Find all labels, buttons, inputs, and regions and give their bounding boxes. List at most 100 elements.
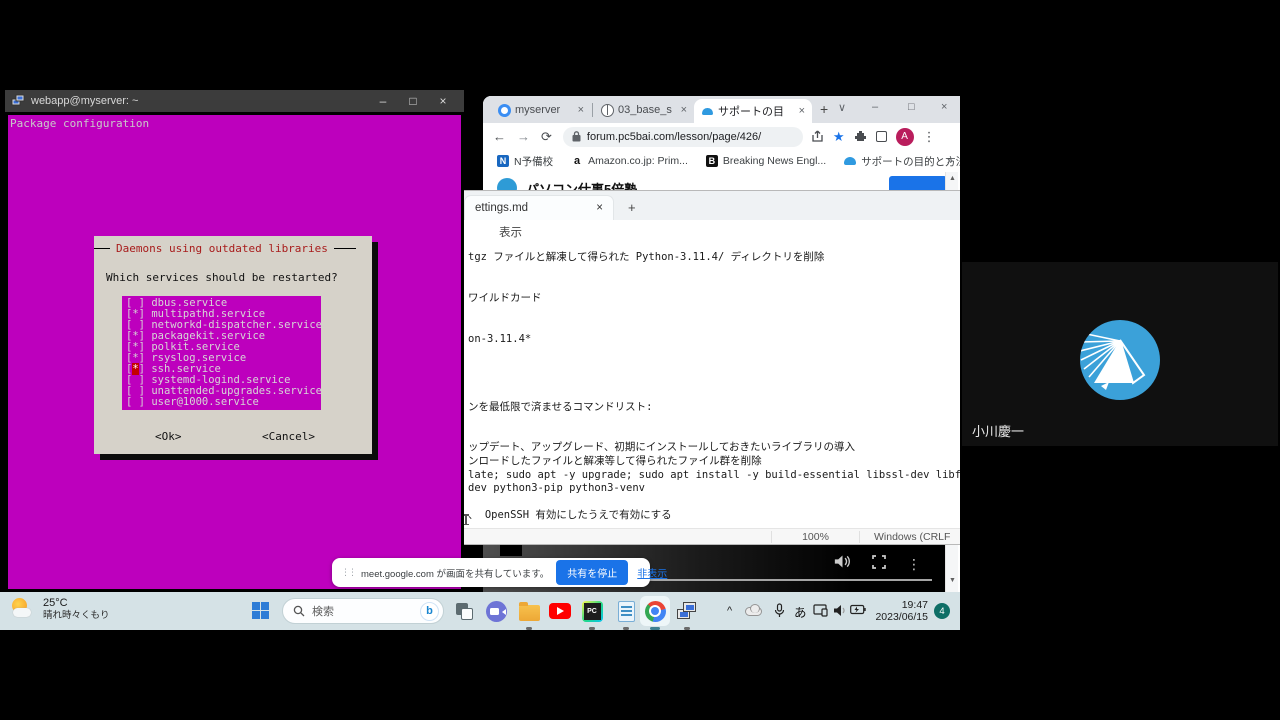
side-panel-icon[interactable] — [876, 131, 887, 142]
search-icon — [293, 605, 305, 617]
maximize-button[interactable]: □ — [398, 94, 428, 108]
tab-support-active[interactable]: サポートの目 × — [694, 99, 812, 123]
back-button[interactable]: ← — [493, 129, 506, 144]
weather-widget[interactable]: 25°C 晴れ時々くもり — [10, 596, 110, 622]
ime-indicator[interactable]: あ — [794, 602, 807, 621]
checkbox-mark — [132, 396, 138, 408]
globe-icon — [601, 104, 614, 117]
battery-icon[interactable] — [850, 604, 866, 618]
tab-search-chevron-icon[interactable]: ∨ — [838, 101, 846, 114]
bookmark-label: N予備校 — [514, 154, 553, 169]
notepad-tab-label: ettings.md — [475, 202, 596, 214]
cancel-button[interactable]: <Cancel> — [262, 430, 315, 443]
tab-label: サポートの目 — [718, 103, 795, 119]
speaker-icon[interactable] — [833, 604, 847, 620]
text-cursor-icon — [465, 514, 467, 525]
service-checkbox-row[interactable]: [ ] user@1000.service — [126, 397, 321, 408]
text-line: dev python3-pip python3-venv — [468, 482, 960, 496]
task-view-button[interactable] — [452, 599, 476, 623]
microphone-icon[interactable] — [774, 603, 785, 621]
text-line — [468, 278, 960, 292]
close-button[interactable]: × — [428, 94, 458, 108]
text-line: tgz ファイルと解凍して得られた Python-3.11.4/ ディレクトリを… — [468, 251, 960, 265]
bookmark-n-yobiko[interactable]: N N予備校 — [497, 154, 553, 169]
new-tab-button[interactable]: + — [628, 200, 636, 215]
tray-chevron-icon[interactable]: ^ — [727, 605, 732, 617]
profile-avatar[interactable]: A — [896, 128, 914, 146]
scroll-up-icon[interactable]: ▲ — [946, 175, 959, 182]
minimize-button[interactable]: – — [368, 94, 398, 108]
stop-sharing-button[interactable]: 共有を停止 — [556, 560, 628, 585]
dialog-title-row: Daemons using outdated libraries — [94, 242, 372, 255]
text-line — [468, 373, 960, 387]
fullscreen-icon[interactable] — [872, 555, 886, 574]
address-bar[interactable]: forum.pc5bai.com/lesson/page/426/ — [563, 127, 803, 147]
text-line: ンロードしたファイルと解凍等して得られたファイル群を削除 — [468, 455, 960, 469]
running-indicator — [589, 627, 595, 630]
bookmarks-overflow-icon[interactable]: » — [947, 155, 953, 167]
notepad-statusbar: 100% Windows (CRLF — [463, 528, 960, 544]
time: 19:47 — [866, 599, 928, 611]
temperature: 25°C — [43, 597, 110, 610]
text-line: on-3.11.4* — [468, 333, 960, 347]
menu-view[interactable]: 表示 — [499, 224, 522, 240]
youtube-icon[interactable] — [548, 599, 572, 623]
terminal-window: webapp@myserver: ~ – □ × Package configu… — [5, 90, 464, 592]
text-line: ワイルドカード — [468, 292, 960, 306]
bookmark-label: サポートの目的と方法... — [861, 154, 960, 169]
minimize-button[interactable]: – — [872, 101, 878, 113]
tab-close-icon[interactable]: × — [596, 202, 603, 214]
chrome-app-icon[interactable] — [640, 596, 670, 626]
drag-handle-icon[interactable]: ⋮⋮ — [341, 567, 355, 578]
notification-badge[interactable]: 4 — [934, 603, 950, 619]
text-line — [468, 496, 960, 510]
ok-button[interactable]: <Ok> — [155, 430, 182, 443]
taskbar-clock[interactable]: 19:47 2023/06/15 — [866, 599, 928, 623]
chrome-toolbar: ← → ⟳ forum.pc5bai.com/lesson/page/426/ … — [483, 123, 960, 150]
new-tab-button[interactable]: + — [820, 101, 828, 117]
start-button[interactable] — [252, 602, 269, 619]
bookmark-star-icon[interactable]: ★ — [833, 129, 845, 145]
bookmark-breaking-news[interactable]: B Breaking News Engl... — [706, 155, 826, 167]
notepad-app-icon[interactable] — [614, 599, 638, 623]
file-explorer-icon[interactable] — [517, 599, 541, 623]
forward-button[interactable]: → — [517, 129, 530, 144]
bookmark-support[interactable]: サポートの目的と方法... — [844, 154, 960, 169]
notepad-tab-settings[interactable]: ettings.md × — [464, 195, 614, 220]
hide-link[interactable]: 非表示 — [637, 565, 667, 580]
volume-icon[interactable] — [834, 554, 851, 574]
chrome-menu-icon[interactable]: ⋮ — [923, 129, 936, 145]
extensions-icon[interactable] — [854, 130, 867, 143]
taskbar-search[interactable]: 検索 b — [282, 598, 444, 624]
running-indicator — [684, 627, 690, 630]
tab-label: myserver — [515, 104, 574, 116]
scroll-down-icon[interactable]: ▼ — [946, 577, 959, 584]
pycharm-icon[interactable]: PC — [580, 599, 604, 623]
video-menu-icon[interactable]: ⋮ — [907, 556, 921, 573]
cast-screen-icon[interactable] — [813, 604, 828, 620]
text-line — [468, 428, 960, 442]
participant-tile[interactable]: 小川慶一 — [962, 262, 1278, 446]
tab-close-icon[interactable]: × — [578, 104, 584, 116]
terminal-titlebar[interactable]: webapp@myserver: ~ – □ × — [5, 90, 464, 112]
debconf-dialog: Daemons using outdated libraries Which s… — [94, 236, 372, 454]
chat-app-icon[interactable] — [484, 599, 508, 623]
close-button[interactable]: × — [941, 101, 947, 113]
tab-close-icon[interactable]: × — [799, 105, 805, 117]
notepad-text-area[interactable]: tgz ファイルと解凍して得られた Python-3.11.4/ ディレクトリを… — [463, 244, 960, 528]
putty-app-icon[interactable] — [675, 599, 699, 623]
tab-close-icon[interactable]: × — [681, 104, 687, 116]
share-icon[interactable] — [811, 130, 824, 143]
maximize-button[interactable]: □ — [908, 101, 915, 113]
tab-03-base[interactable]: 03_base_s × — [594, 97, 694, 123]
text-line — [468, 319, 960, 333]
tab-myserver[interactable]: myserver × — [491, 97, 591, 123]
onedrive-icon[interactable] — [745, 607, 762, 616]
dialog-question: Which services should be restarted? — [106, 271, 372, 284]
tab-separator — [592, 103, 593, 117]
bing-icon[interactable]: b — [420, 602, 439, 621]
share-message: meet.google.com が画面を共有しています。 — [361, 566, 549, 580]
bookmark-amazon[interactable]: a Amazon.co.jp: Prim... — [571, 155, 688, 167]
terminal-screen[interactable]: Package configuration Daemons using outd… — [5, 112, 464, 592]
reload-button[interactable]: ⟳ — [541, 129, 552, 145]
